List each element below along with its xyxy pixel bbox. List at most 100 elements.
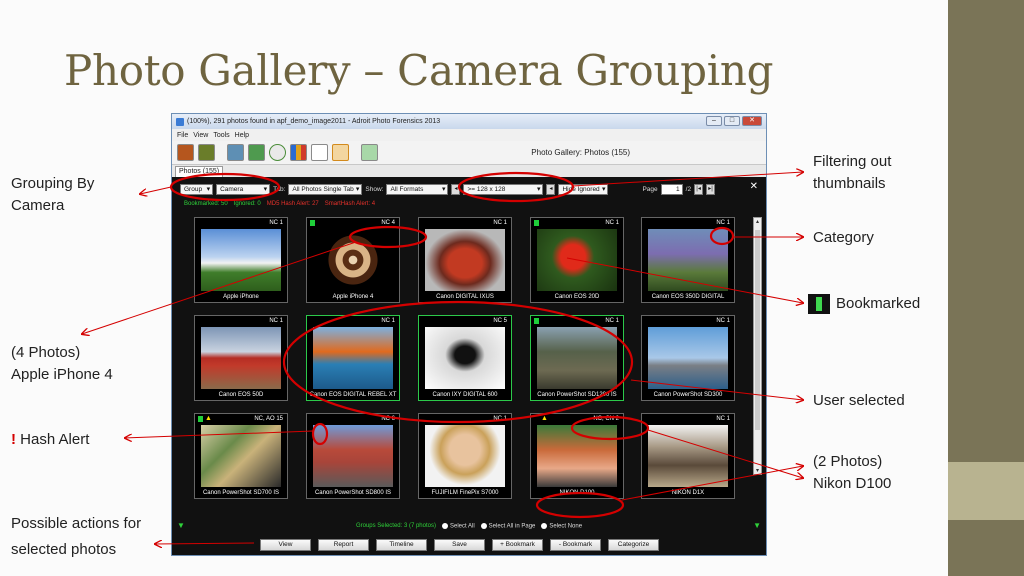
category-badge: NC 1 [493,220,507,226]
clipboard-icon[interactable] [332,144,349,161]
thumbnail-card[interactable]: NC 1 Canon PowerShot SD1200 IS [530,315,624,401]
callout-hash-alert: ! Hash Alert [11,429,89,451]
size-filter-dropdown[interactable]: >= 128 x 128 [463,183,544,195]
category-badge: NC 1 [269,318,283,324]
callout-filtering: Filtering out thumbnails [813,151,891,195]
callout-actions: Possible actions for selected photos [11,511,141,563]
slide-title: Photo Gallery – Camera Grouping [64,46,774,95]
category-badge: NC, AO 15 [254,416,283,422]
thumbnail-card[interactable]: ▲ NC, AO 15 Canon PowerShot SD700 IS [194,413,288,499]
window-titlebar[interactable]: (100%), 291 photos found in apf_demo_ima… [172,114,766,129]
categorize-button[interactable]: Categorize [608,539,659,551]
page-input[interactable]: 1 [660,183,683,195]
callout-user-selected: User selected [813,392,905,409]
callout-category: Category [813,229,874,246]
gallery-icon[interactable] [227,144,244,161]
group-dropdown[interactable]: Group [180,183,214,195]
timeline-button[interactable]: Timeline [376,539,427,551]
photo-thumbnail-image [201,327,281,389]
camera-group-label: Canon PowerShot SD800 IS [314,490,392,496]
close-gallery-icon[interactable]: ✕ [750,181,758,192]
report-icon[interactable] [311,144,328,161]
thumbnail-card[interactable]: NC 1 Canon EOS 50D [194,315,288,401]
tab-photos[interactable]: Photos (155) [175,166,224,177]
thumbnail-card[interactable]: NC 1 Canon DIGITAL IXUS [418,217,512,303]
ignored-toggle-icon[interactable]: ◂ [546,183,556,195]
next-page-icon[interactable]: ▸| [706,183,716,195]
select-all-in-page-radio[interactable]: Select All in Page [480,523,535,530]
add-bookmark-button[interactable]: + Bookmark [492,539,543,551]
tab-filter-dropdown[interactable]: All Photos Single Tab [288,183,363,195]
category-badge: NC 1 [381,318,395,324]
vertical-scrollbar[interactable]: ▴ ▾ [753,217,762,475]
select-all-radio[interactable]: Select All [441,523,475,530]
photo-thumbnail-image [537,229,617,291]
category-badge: NC 1 [716,416,730,422]
save-button[interactable]: Save [434,539,485,551]
thumbnail-card[interactable]: NC 1 Canon PowerShot SD300 [641,315,735,401]
case-icon[interactable] [177,144,194,161]
thumbnail-card[interactable]: NC 1 Apple iPhone [194,217,288,303]
decorative-side-bar [948,0,1024,576]
thumbnail-card[interactable]: NC 4 Apple iPhone 4 [306,217,400,303]
thumbnail-card[interactable]: ▲ NC, CN 2 NIKON D100 [530,413,624,499]
thumbnail-card[interactable]: NC 5 Canon IXY DIGITAL 600 [418,315,512,401]
thumbnail-card[interactable]: NC 1 FUJIFILM FinePix S7000 [418,413,512,499]
callout-nikon-line1: (2 Photos) [813,453,883,470]
thumbnail-card[interactable]: NC 6 Canon PowerShot SD800 IS [306,413,400,499]
close-window-button[interactable]: ✕ [742,116,762,126]
show-filter-label: Show: [365,185,384,193]
ignored-count: Ignored: 0 [233,201,261,207]
remove-bookmark-button[interactable]: - Bookmark [550,539,601,551]
report-button[interactable]: Report [318,539,369,551]
chart-icon[interactable] [290,144,307,161]
callout-hash-alert-label: Hash Alert [20,431,90,448]
photo-thumbnail-image [201,425,281,487]
image-icon[interactable] [248,144,265,161]
callout-nikon-line2: Nikon D100 [813,475,892,492]
menu-help[interactable]: Help [235,132,249,139]
camera-group-label: NIKON D100 [559,490,595,496]
photo-thumbnail-image [648,425,728,487]
menu-view[interactable]: View [193,132,208,139]
scroll-thumb[interactable] [755,230,760,430]
prev-page-icon[interactable]: |◂ [694,183,704,195]
camera-group-label: Canon PowerShot SD300 [653,392,723,398]
ignored-filter-dropdown[interactable]: Hide Ignored [558,183,609,195]
size-toggle-icon[interactable]: ◂ [451,183,461,195]
photo-thumbnail-image [313,425,393,487]
select-none-radio[interactable]: Select None [541,523,582,530]
camera-group-label: Canon DIGITAL IXUS [436,294,494,300]
group-by-camera-dropdown[interactable]: Camera [216,183,271,195]
maximize-button[interactable]: □ [724,116,740,126]
thumbnail-card[interactable]: NC 1 NIKON D1X [641,413,735,499]
category-badge: NC 6 [381,416,395,422]
folder-icon[interactable] [198,144,215,161]
hash-alert-icon: ▲ [541,415,548,422]
category-badge: NC 1 [716,318,730,324]
selection-status: Groups Selected: 3 (7 photos) Select All… [172,523,766,530]
clock-icon[interactable] [269,144,286,161]
photo-thumbnail-image [313,229,393,291]
gallery-panel: Group Camera Tab: All Photos Single Tab … [172,177,766,555]
callout-grouping: Grouping By Camera [11,173,94,217]
camera-group-label: Canon EOS 50D [218,392,264,398]
search-icon[interactable] [361,144,378,161]
view-button[interactable]: View [260,539,311,551]
camera-group-label: Canon EOS 20D [554,294,600,300]
menu-file[interactable]: File [177,132,188,139]
photo-thumbnail-image [425,327,505,389]
minimize-button[interactable]: – [706,116,722,126]
show-format-dropdown[interactable]: All Formats [386,183,449,195]
app-icon [176,117,184,126]
menu-tools[interactable]: Tools [213,132,229,139]
page-label: Page [642,185,658,193]
thumbnail-card[interactable]: NC 1 Canon EOS DIGITAL REBEL XT [306,315,400,401]
photo-thumbnail-image [537,425,617,487]
bookmark-flag-icon [808,294,830,315]
thumbnail-card[interactable]: NC 1 Canon EOS 350D DIGITAL [641,217,735,303]
photo-thumbnail-image [201,229,281,291]
thumbnail-card[interactable]: NC 1 Canon EOS 20D [530,217,624,303]
scroll-down-icon[interactable]: ▾ [754,467,761,474]
scroll-up-icon[interactable]: ▴ [754,218,761,225]
